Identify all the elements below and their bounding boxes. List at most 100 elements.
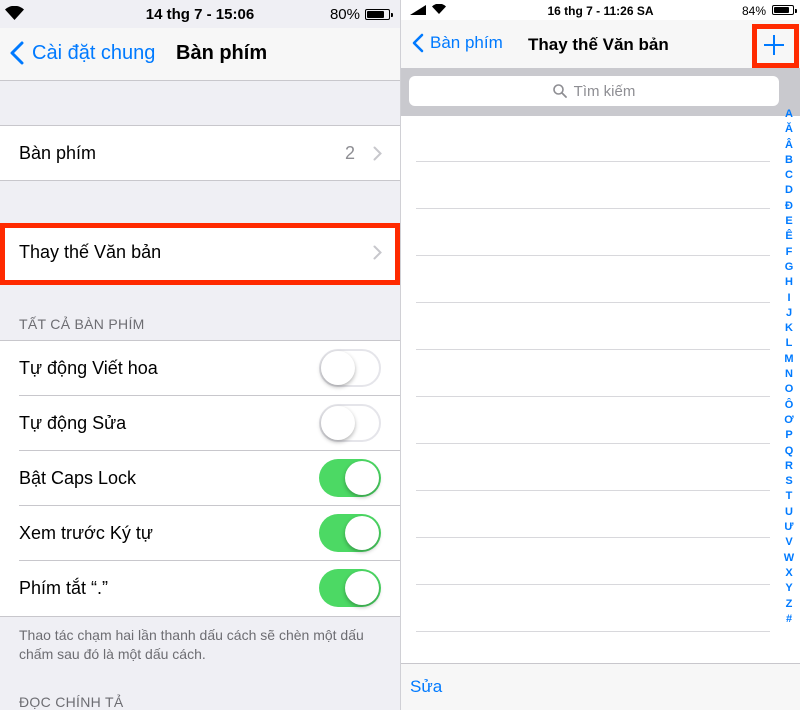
index-letter[interactable]: Â xyxy=(781,138,797,153)
index-letter[interactable]: I xyxy=(781,291,797,306)
back-button-label: Bàn phím xyxy=(430,33,503,52)
list-separator xyxy=(416,490,770,491)
index-letter[interactable]: R xyxy=(781,459,797,474)
spelling-header: ĐỌC CHÍNH TẢ xyxy=(19,694,124,710)
battery-icon xyxy=(772,5,797,15)
search-placeholder: Tìm kiếm xyxy=(573,82,636,100)
list-separator xyxy=(416,443,770,444)
section-index[interactable]: A Ă Â B C D Đ E Ê F G H I J K L M N O Ô Ơ P Q R S T U Ư V W X Y Z # xyxy=(781,107,797,627)
all-keyboards-header: TẤT CẢ BÀN PHÍM xyxy=(19,316,145,332)
list-separator xyxy=(416,208,770,209)
index-letter[interactable]: C xyxy=(781,168,797,183)
battery-icon xyxy=(365,9,393,20)
list-separator xyxy=(416,255,770,256)
list-separator xyxy=(416,161,770,162)
period-shortcut-footer-note: Thao tác chạm hai lần thanh dấu cách sẽ … xyxy=(19,627,364,662)
index-letter[interactable]: Q xyxy=(781,444,797,459)
navigation-bar: Cài đặt chung Bàn phím xyxy=(0,28,400,81)
index-letter[interactable]: D xyxy=(781,183,797,198)
index-letter[interactable]: P xyxy=(781,428,797,443)
keyboards-group: Bàn phím 2 xyxy=(0,125,400,181)
plus-icon xyxy=(764,35,784,55)
index-letter[interactable]: Y xyxy=(781,581,797,596)
toggle-row-character-preview: Xem trước Ký tự xyxy=(0,506,400,561)
chevron-right-icon xyxy=(373,146,382,161)
index-letter[interactable]: L xyxy=(781,336,797,351)
index-letter[interactable]: F xyxy=(781,245,797,260)
caps-lock-switch[interactable] xyxy=(319,459,381,497)
list-separator xyxy=(416,537,770,538)
back-button[interactable]: Bàn phím xyxy=(412,33,503,53)
chevron-left-icon xyxy=(10,41,24,65)
index-letter[interactable]: Z xyxy=(781,597,797,612)
list-separator xyxy=(416,396,770,397)
keyboards-row[interactable]: Bàn phím 2 xyxy=(0,126,400,181)
index-letter[interactable]: X xyxy=(781,566,797,581)
text-replacement-label: Thay thế Văn bản xyxy=(19,242,162,262)
navigation-bar: Bàn phím Thay thế Văn bản xyxy=(401,20,800,68)
index-letter[interactable]: Ư xyxy=(781,520,797,535)
keyboard-settings-screen: 14 thg 7 - 15:06 80% Cài đặt chung Bàn p… xyxy=(0,0,400,710)
index-letter[interactable]: O xyxy=(781,382,797,397)
index-letter[interactable]: # xyxy=(781,612,797,627)
battery-percentage: 80% xyxy=(329,6,360,23)
search-bar-container: Tìm kiếm xyxy=(401,68,800,116)
search-icon xyxy=(552,84,567,98)
chevron-left-icon xyxy=(412,33,424,53)
text-replacement-group: Thay thế Văn bản xyxy=(0,224,400,281)
status-bar: 14 thg 7 - 15:06 80% xyxy=(0,0,400,28)
battery-percentage: 84% xyxy=(741,4,766,18)
toggle-label: Tự động Sửa xyxy=(19,413,127,433)
toggle-label: Bật Caps Lock xyxy=(19,468,137,488)
list-separator xyxy=(416,584,770,585)
toggle-label: Phím tắt “.” xyxy=(19,578,109,598)
index-letter[interactable]: W xyxy=(781,551,797,566)
toggle-row-auto-capitalization: Tự động Viết hoa xyxy=(0,341,400,396)
auto-correction-switch[interactable] xyxy=(319,404,381,442)
keyboards-count: 2 xyxy=(344,143,355,163)
character-preview-switch[interactable] xyxy=(319,514,381,552)
index-letter[interactable]: T xyxy=(781,489,797,504)
back-button[interactable]: Cài đặt chung xyxy=(10,41,155,65)
toggle-label: Xem trước Ký tự xyxy=(19,523,153,543)
index-letter[interactable]: S xyxy=(781,474,797,489)
edit-button[interactable]: Sửa xyxy=(410,677,442,697)
index-letter[interactable]: J xyxy=(781,306,797,321)
toggle-label: Tự động Viết hoa xyxy=(19,358,158,378)
index-letter[interactable]: H xyxy=(781,275,797,290)
index-letter[interactable]: Ô xyxy=(781,398,797,413)
keyboards-label: Bàn phím xyxy=(19,143,97,163)
chevron-right-icon xyxy=(373,245,382,260)
status-bar: 16 thg 7 - 11:26 SA 84% xyxy=(401,0,800,20)
list-separator xyxy=(416,302,770,303)
list-separator xyxy=(416,349,770,350)
index-letter[interactable]: V xyxy=(781,535,797,550)
toggle-row-period-shortcut: Phím tắt “.” xyxy=(0,561,400,616)
add-button[interactable] xyxy=(754,25,794,65)
toggles-group: Tự động Viết hoa Tự động Sửa Bật Caps Lo… xyxy=(0,340,400,617)
index-letter[interactable]: G xyxy=(781,260,797,275)
back-button-label: Cài đặt chung xyxy=(32,41,156,64)
index-letter[interactable]: U xyxy=(781,505,797,520)
index-letter[interactable]: Đ xyxy=(781,199,797,214)
index-letter[interactable]: B xyxy=(781,153,797,168)
list-separator xyxy=(416,631,770,632)
toggle-row-auto-correction: Tự động Sửa xyxy=(0,396,400,451)
bottom-toolbar: Sửa xyxy=(401,663,800,710)
index-letter[interactable]: M xyxy=(781,352,797,367)
auto-capitalization-switch[interactable] xyxy=(319,349,381,387)
index-letter[interactable]: Ơ xyxy=(781,413,797,428)
index-letter[interactable]: Ă xyxy=(781,122,797,137)
index-letter[interactable]: A xyxy=(781,107,797,122)
index-letter[interactable]: K xyxy=(781,321,797,336)
search-input[interactable]: Tìm kiếm xyxy=(409,76,779,106)
index-letter[interactable]: Ê xyxy=(781,229,797,244)
period-shortcut-switch[interactable] xyxy=(319,569,381,607)
text-replacement-screen: 16 thg 7 - 11:26 SA 84% Bàn phím Thay th… xyxy=(400,0,800,710)
index-letter[interactable]: N xyxy=(781,367,797,382)
page-title: Thay thế Văn bản xyxy=(528,35,669,54)
index-letter[interactable]: E xyxy=(781,214,797,229)
status-time: 16 thg 7 - 11:26 SA xyxy=(547,4,654,18)
text-replacement-row[interactable]: Thay thế Văn bản xyxy=(0,225,400,280)
toggle-row-caps-lock: Bật Caps Lock xyxy=(0,451,400,506)
